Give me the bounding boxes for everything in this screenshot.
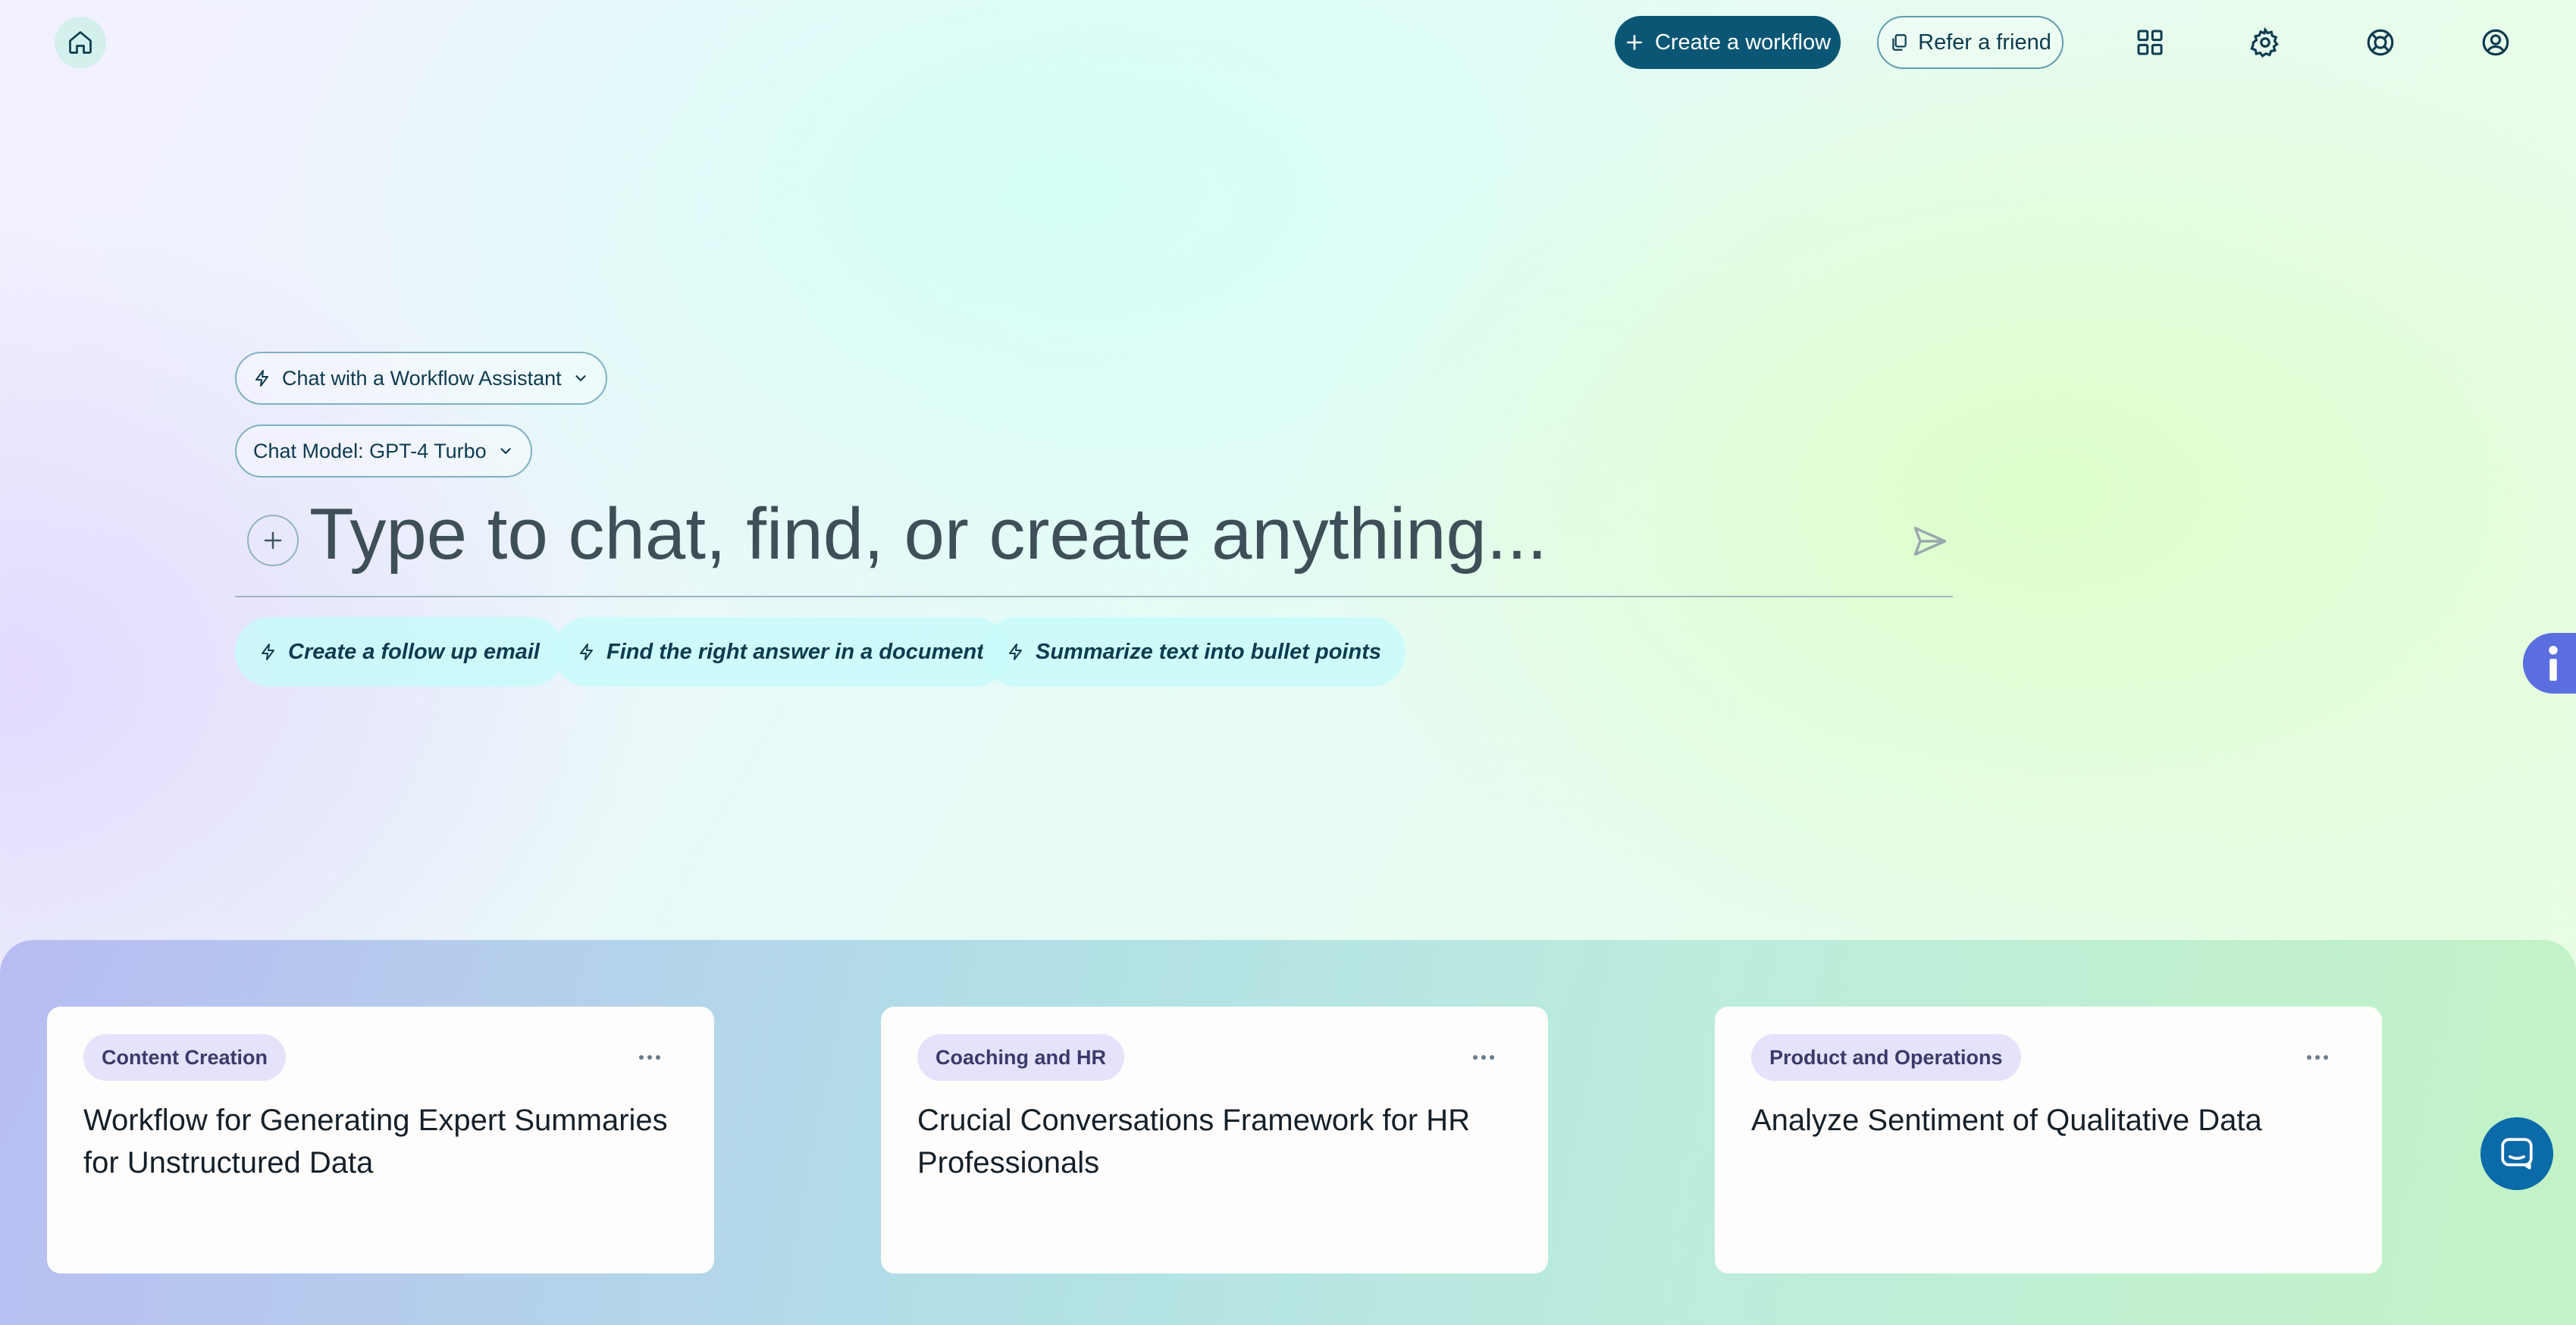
bolt-icon xyxy=(1009,644,1022,660)
refer-friend-label: Refer a friend xyxy=(1918,30,2051,55)
send-icon xyxy=(1913,526,1947,556)
assistant-selector[interactable]: Chat with a Workflow Assistant xyxy=(235,352,607,405)
help-lifebuoy-icon xyxy=(2367,29,2394,56)
workflow-card[interactable]: Content Creation Workflow for Generating… xyxy=(47,1007,714,1273)
gear-icon xyxy=(2250,27,2279,58)
profile-button[interactable] xyxy=(2473,20,2518,65)
refer-friend-button[interactable]: Refer a friend xyxy=(1877,16,2064,69)
info-tab[interactable] xyxy=(2523,633,2576,694)
card-menu-button[interactable] xyxy=(1465,1040,1503,1075)
suggestion-summarize[interactable]: Summarize text into bullet points xyxy=(982,617,1406,687)
plus-icon xyxy=(264,531,282,550)
user-circle-icon xyxy=(2482,29,2509,56)
card-menu-button[interactable] xyxy=(2299,1040,2336,1075)
suggestion-follow-up-email[interactable]: Create a follow up email xyxy=(235,617,564,687)
card-category-tag: Coaching and HR xyxy=(917,1034,1125,1081)
bolt-icon xyxy=(580,644,593,660)
create-workflow-button[interactable]: Create a workflow xyxy=(1615,16,1841,69)
card-title: Crucial Conversations Framework for HR P… xyxy=(917,1104,1471,1179)
input-underline xyxy=(235,596,1953,597)
more-dots-icon xyxy=(2307,1055,2328,1060)
plus-icon xyxy=(1626,35,1642,50)
card-title: Analyze Sentiment of Qualitative Data xyxy=(1751,1104,2262,1137)
suggestion-label: Summarize text into bullet points xyxy=(1036,639,1381,664)
grid-icon xyxy=(2137,30,2163,55)
help-button[interactable] xyxy=(2358,20,2403,65)
workflow-card[interactable]: Product and Operations Analyze Sentiment… xyxy=(1715,1007,2382,1273)
settings-button[interactable] xyxy=(2242,20,2288,65)
send-button[interactable] xyxy=(1907,518,1953,564)
card-category-tag: Product and Operations xyxy=(1751,1034,2021,1081)
card-menu-button[interactable] xyxy=(631,1040,669,1075)
home-icon xyxy=(69,31,92,54)
chat-icon xyxy=(2501,1138,2533,1170)
chevron-down-icon xyxy=(500,448,511,455)
home-button[interactable] xyxy=(55,17,106,68)
assistant-selector-label: Chat with a Workflow Assistant xyxy=(282,366,562,390)
suggestion-label: Find the right answer in a document xyxy=(606,639,984,664)
copy-icon xyxy=(1892,34,1907,51)
attach-button[interactable] xyxy=(247,515,299,566)
more-dots-icon xyxy=(1473,1055,1494,1060)
model-selector-label: Chat Model: GPT-4 Turbo xyxy=(253,439,487,462)
card-category-tag: Content Creation xyxy=(83,1034,286,1081)
chevron-down-icon xyxy=(575,375,586,382)
card-title: Workflow for Generating Expert Summaries… xyxy=(83,1104,668,1179)
workflow-card[interactable]: Coaching and HR Crucial Conversations Fr… xyxy=(881,1007,1548,1273)
suggestion-label: Create a follow up email xyxy=(288,639,540,664)
suggestion-find-answer[interactable]: Find the right answer in a document xyxy=(553,617,1008,687)
chat-input[interactable] xyxy=(309,485,1886,584)
bolt-icon xyxy=(262,644,274,660)
create-workflow-label: Create a workflow xyxy=(1654,30,1832,55)
apps-button[interactable] xyxy=(2127,20,2173,65)
more-dots-icon xyxy=(639,1055,660,1060)
bolt-icon xyxy=(255,370,268,387)
info-icon xyxy=(2549,646,2558,681)
model-selector[interactable]: Chat Model: GPT-4 Turbo xyxy=(235,424,532,478)
support-chat-button[interactable] xyxy=(2480,1117,2553,1190)
